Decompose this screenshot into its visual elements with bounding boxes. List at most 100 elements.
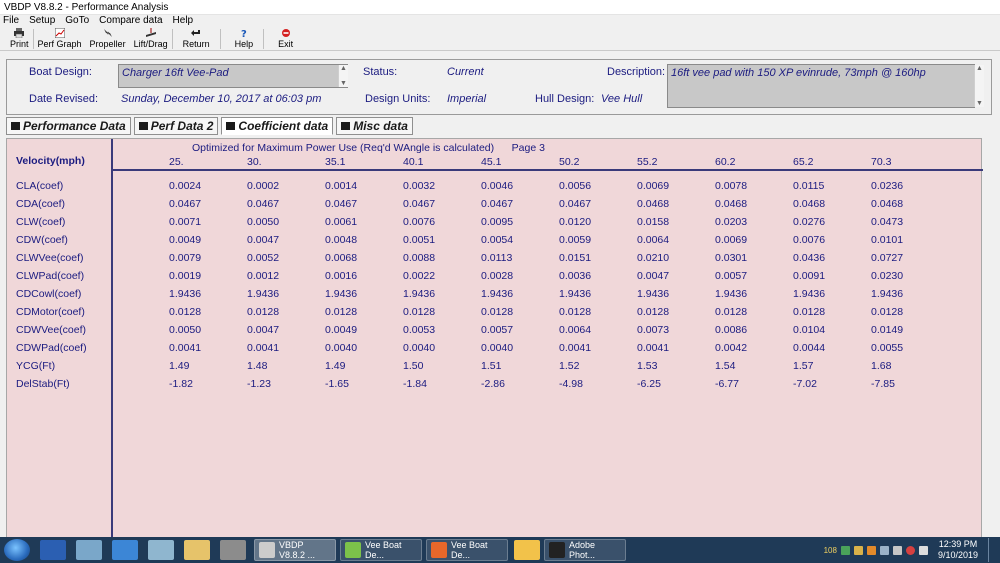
data-cell: 0.0158: [637, 216, 670, 228]
boat-design-field[interactable]: Charger 16ft Vee-Pad: [118, 64, 348, 88]
mail-icon[interactable]: [514, 540, 540, 560]
data-cell: 1.52: [559, 360, 580, 372]
document-icon: [345, 542, 361, 558]
data-cell: 0.0128: [793, 306, 826, 318]
data-cell: -7.02: [793, 378, 817, 390]
data-cell: 0.0071: [169, 216, 202, 228]
data-cell: 0.0054: [481, 234, 514, 246]
print-button[interactable]: Print: [10, 27, 29, 49]
data-cell: 0.0230: [871, 270, 904, 282]
return-button[interactable]: Return: [183, 27, 210, 49]
data-cell: 0.0061: [325, 216, 358, 228]
data-cell: -2.86: [481, 378, 505, 390]
velocity-header-cell: 35.1: [325, 156, 346, 168]
tray-app-icon[interactable]: [892, 545, 902, 555]
data-cell: 0.0024: [169, 180, 202, 192]
menu-file[interactable]: File: [0, 15, 24, 27]
toolbar-separator: [171, 29, 173, 49]
tab-misc-data[interactable]: Misc data: [336, 117, 413, 135]
data-cell: 0.0052: [247, 252, 280, 264]
data-cell: 0.0436: [793, 252, 826, 264]
show-desktop-button[interactable]: [988, 538, 994, 562]
data-cell: 0.0113: [481, 252, 513, 264]
scroll-down-icon[interactable]: ▼: [976, 100, 983, 107]
scroll-up-icon[interactable]: ▲: [340, 65, 347, 72]
date-revised-label: Date Revised:: [29, 93, 99, 105]
tray-app-icon[interactable]: [879, 545, 889, 555]
data-cell: 0.0473: [871, 216, 904, 228]
row-label: CLW(coef): [16, 216, 66, 228]
start-button[interactable]: [4, 539, 30, 561]
data-cell: 0.0057: [715, 270, 748, 282]
perf-graph-button[interactable]: Perf Graph: [38, 27, 82, 49]
menu-help[interactable]: Help: [168, 15, 199, 27]
data-cell: 1.48: [247, 360, 268, 372]
word-icon[interactable]: [40, 540, 66, 560]
data-cell: 0.0101: [871, 234, 904, 246]
data-cell: 0.0467: [403, 198, 436, 210]
tab-performance-data[interactable]: Performance Data: [6, 117, 131, 135]
menu-goto[interactable]: GoTo: [60, 15, 94, 27]
data-cell: 0.0064: [559, 324, 592, 336]
folder-icon: [341, 122, 351, 130]
task-vee-boat-2[interactable]: Vee Boat De...: [426, 539, 508, 561]
task-vbdp[interactable]: VBDP V8.8.2 ...: [254, 539, 336, 561]
tools-icon[interactable]: [220, 540, 246, 560]
data-cell: 0.0002: [247, 180, 280, 192]
propeller-button[interactable]: Propeller: [90, 27, 126, 49]
task-vee-boat-1[interactable]: Vee Boat De...: [340, 539, 422, 561]
exit-button[interactable]: Exit: [278, 27, 293, 49]
tray-app-icon[interactable]: [905, 545, 915, 555]
data-cell: 0.0128: [481, 306, 514, 318]
data-cell: 0.0041: [169, 342, 202, 354]
hull-design-value: Vee Hull: [601, 93, 643, 105]
data-cell: 0.0036: [559, 270, 592, 282]
data-cell: 0.0301: [715, 252, 748, 264]
velocity-header-cell: 60.2: [715, 156, 736, 168]
data-cell: 0.0467: [325, 198, 358, 210]
header-divider: [113, 169, 983, 171]
data-cell: 0.0468: [871, 198, 904, 210]
scroll-down-icon[interactable]: ▼: [340, 80, 347, 87]
design-units-label: Design Units:: [365, 93, 431, 105]
tray-app-icon[interactable]: [853, 545, 863, 555]
internet-explorer-icon[interactable]: [112, 540, 138, 560]
explorer-image-icon[interactable]: [76, 540, 102, 560]
menu-setup[interactable]: Setup: [24, 15, 60, 27]
data-cell: 0.0120: [559, 216, 592, 228]
lift-drag-icon: [145, 28, 156, 37]
tab-perf-data-2[interactable]: Perf Data 2: [133, 117, 219, 135]
task-adobe-photoshop[interactable]: Adobe Phot...: [544, 539, 626, 561]
description-field[interactable]: 16ft vee pad with 150 XP evinrude, 73mph…: [667, 64, 975, 108]
tray-app-icon[interactable]: [866, 545, 876, 555]
data-cell: 0.0467: [559, 198, 592, 210]
row-label: YCG(Ft): [16, 360, 56, 372]
data-cell: 0.0050: [247, 216, 280, 228]
menu-compare-data[interactable]: Compare data: [94, 15, 167, 27]
folder-icon[interactable]: [184, 540, 210, 560]
data-cell: 1.68: [871, 360, 892, 372]
tray-app-icon[interactable]: [840, 545, 850, 555]
velocity-header-cell: 25.: [169, 156, 184, 168]
tab-coefficient-data[interactable]: Coefficient data: [221, 117, 334, 135]
data-cell: 0.0236: [871, 180, 904, 192]
data-cell: 1.9436: [871, 288, 904, 300]
design-units-value: Imperial: [447, 93, 487, 105]
volume-icon[interactable]: [918, 545, 928, 555]
clock[interactable]: 12:39 PM 9/10/2019: [938, 539, 978, 561]
data-cell: 1.51: [481, 360, 502, 372]
boat-design-scrollbar[interactable]: ▲ ▼: [338, 65, 348, 87]
window-title: VBDP V8.8.2 - Performance Analysis: [0, 0, 1000, 15]
data-cell: 0.0047: [247, 234, 280, 246]
app-icon[interactable]: [148, 540, 174, 560]
help-button[interactable]: ? Help: [235, 27, 254, 49]
data-cell: 0.0128: [715, 306, 748, 318]
scroll-up-icon[interactable]: ▲: [976, 65, 983, 72]
status-value: Current: [447, 66, 484, 78]
lift-drag-button[interactable]: Lift/Drag: [134, 27, 168, 49]
data-cell: 0.0041: [637, 342, 670, 354]
return-arrow-icon: [191, 30, 201, 36]
svg-text:?: ?: [241, 29, 247, 38]
description-scrollbar[interactable]: ▲ ▼: [974, 65, 984, 107]
data-cell: 0.0064: [637, 234, 670, 246]
